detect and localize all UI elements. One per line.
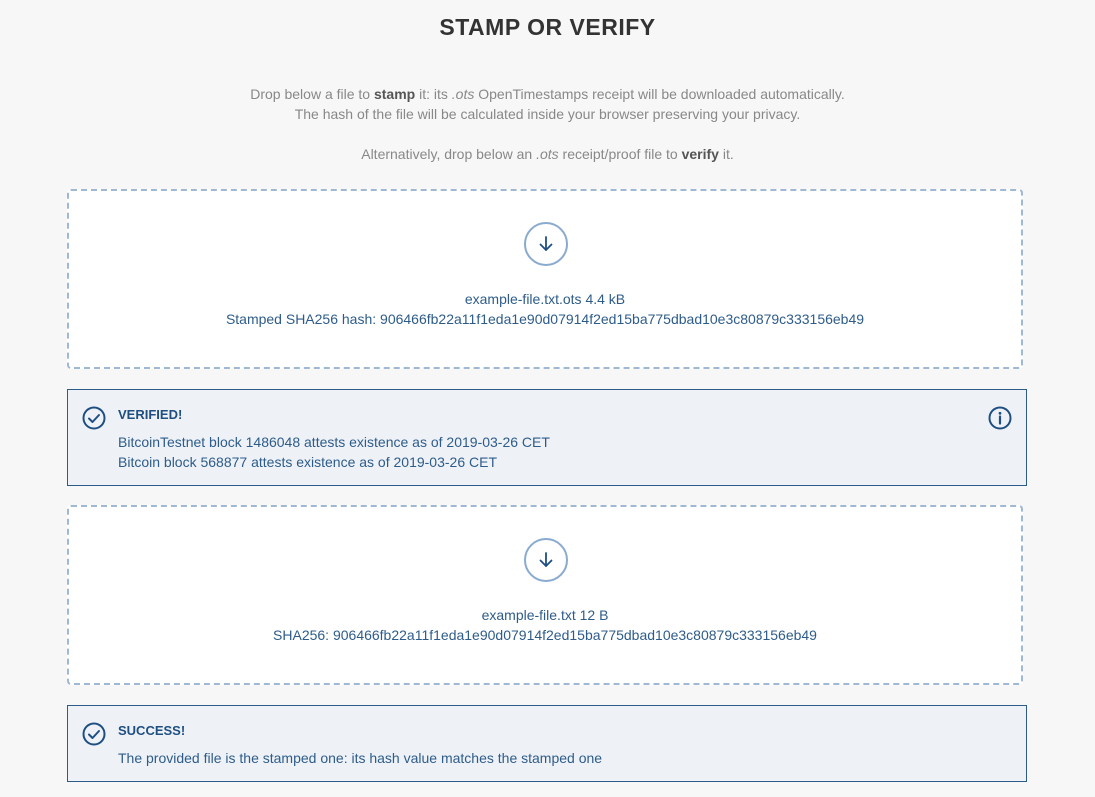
ots-extension: .ots (536, 146, 559, 162)
intro-text: Drop below a file to stamp it: its .ots … (0, 84, 1095, 164)
success-status-box: SUCCESS! The provided file is the stampe… (67, 705, 1027, 782)
arrow-down-circle-icon (524, 538, 568, 582)
status-details: The provided file is the stamped one: it… (118, 748, 602, 768)
success-message: The provided file is the stamped one: it… (118, 750, 603, 766)
intro-text-segment: receipt/proof file to (558, 146, 682, 162)
attestation-line: BitcoinTestnet block 1486048 attests exi… (118, 434, 550, 450)
file-info: example-file.txt 12 B (481, 607, 609, 623)
page: STAMP OR VERIFY Drop below a file to sta… (0, 0, 1095, 797)
intro-text-segment: Drop below a file to (250, 86, 374, 102)
check-circle-icon (82, 722, 106, 746)
arrow-down-circle-icon (524, 222, 568, 266)
verify-keyword: verify (681, 146, 719, 162)
hash-line: SHA256: 906466fb22a11f1eda1e90d07914f2ed… (273, 627, 817, 643)
intro-line-3: Alternatively, drop below an .ots receip… (0, 144, 1095, 164)
ots-extension: .ots (451, 86, 475, 102)
stamp-keyword: stamp (373, 86, 416, 102)
status-details: BitcoinTestnet block 1486048 attests exi… (118, 432, 550, 472)
intro-text-segment: Alternatively, drop below an (361, 146, 537, 162)
file-dropzone[interactable]: example-file.txt 12 B SHA256: 906466fb22… (67, 505, 1023, 685)
attestation-line: Bitcoin block 568877 attests existence a… (118, 454, 497, 470)
stamp-file-details: example-file.txt.ots 4.4 kB Stamped SHA2… (69, 289, 1021, 329)
verified-status-box: VERIFIED! BitcoinTestnet block 1486048 a… (67, 389, 1027, 486)
file-details: example-file.txt 12 B SHA256: 906466fb22… (69, 605, 1021, 645)
intro-text-segment: OpenTimestamps receipt will be downloade… (474, 86, 845, 102)
stamp-dropzone[interactable]: example-file.txt.ots 4.4 kB Stamped SHA2… (67, 189, 1023, 369)
page-title: STAMP OR VERIFY (439, 14, 656, 40)
intro-line-2: The hash of the file will be calculated … (294, 106, 801, 122)
intro-text-segment: it: its (415, 86, 452, 102)
info-icon[interactable] (988, 406, 1012, 430)
status-title: VERIFIED! (118, 407, 183, 422)
intro-text-segment: it. (718, 146, 734, 162)
file-info: example-file.txt.ots 4.4 kB (464, 291, 626, 307)
intro-line-1: Drop below a file to stamp it: its .ots … (0, 84, 1095, 104)
hash-line: Stamped SHA256 hash: 906466fb22a11f1eda1… (225, 311, 865, 327)
status-title: SUCCESS! (118, 723, 186, 738)
check-circle-icon (82, 406, 106, 430)
